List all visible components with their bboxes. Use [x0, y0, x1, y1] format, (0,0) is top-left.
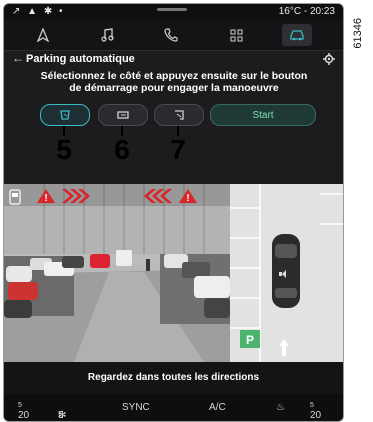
perpendicular-parking-button[interactable] [98, 104, 148, 126]
settings-gear-icon[interactable] [323, 52, 335, 70]
angled-parking-icon [175, 110, 184, 120]
ac-button[interactable]: A/C [209, 402, 226, 413]
parking-spot-marker-icon: P [240, 330, 260, 348]
main-nav [4, 20, 343, 51]
car-icon[interactable] [282, 24, 312, 46]
callout-6-number: 6 [114, 134, 130, 165]
fan-level-value: 5 [58, 410, 64, 421]
status-separator: - [303, 6, 308, 17]
callout-7: 7 [156, 126, 200, 170]
svg-text:!: ! [186, 193, 189, 204]
instruction-line-2: de démarrage pour engager la manoeuvre [69, 82, 279, 94]
pedestrian [146, 259, 150, 271]
figure-code: 61346 [352, 18, 364, 49]
instruction-text: Sélectionnez le côté et appuyez ensuite … [14, 70, 334, 94]
seat-heat-icon[interactable]: ♨ [276, 402, 285, 413]
phone-icon[interactable] [156, 24, 186, 46]
left-temperature[interactable]: 20 5 [18, 402, 29, 421]
perpendicular-parking-icon [117, 111, 129, 119]
page-title: Parking automatique [26, 53, 135, 65]
navigation-icon[interactable] [28, 24, 58, 46]
callout-5-number: 5 [56, 134, 72, 165]
top-down-view: P [230, 184, 343, 362]
callout-6: 6 [100, 126, 144, 170]
outside-temperature: 16°C [278, 6, 302, 17]
vehicle-top-icon [272, 234, 300, 308]
front-camera-view: ! ! [4, 184, 230, 362]
svg-text:!: ! [44, 193, 47, 204]
right-temperature-decimal: 5 [310, 402, 314, 409]
left-temperature-decimal: 5 [18, 402, 22, 409]
page-header: ← Parking automatique [4, 50, 343, 70]
angled-parking-button[interactable] [154, 104, 204, 126]
music-icon[interactable] [92, 24, 122, 46]
callout-7-number: 7 [170, 134, 186, 165]
svg-text:P: P [246, 333, 254, 347]
left-temperature-integer: 20 [18, 410, 30, 421]
right-temperature-integer: 20 [310, 410, 322, 421]
bottom-message: Regardez dans toutes les directions [4, 362, 343, 394]
climate-bar: 20 5 ✻ 5 SYNC A/C ♨ 20 5 [4, 394, 343, 421]
parallel-parking-icon [60, 110, 70, 120]
right-temperature[interactable]: 20 5 [310, 402, 321, 421]
instruction-line-1: Sélectionnez le côté et appuyez ensuite … [40, 70, 308, 82]
sync-button[interactable]: SYNC [122, 402, 150, 413]
start-button[interactable]: Start [210, 104, 316, 126]
parallel-parking-button[interactable] [40, 104, 90, 126]
status-info: 16°C - 20:23 [279, 6, 335, 17]
pull-down-handle[interactable] [157, 8, 187, 11]
apps-grid-icon[interactable] [221, 24, 251, 46]
status-bar: ↗ ▲ ✱ • 16°C - 20:23 [4, 4, 343, 20]
clock: 20:23 [309, 6, 335, 17]
callout-5: 5 [42, 126, 86, 170]
back-arrow-icon[interactable]: ← [12, 51, 24, 65]
status-icons: ↗ ▲ ✱ • [12, 6, 65, 17]
infotainment-screen: ↗ ▲ ✱ • 16°C - 20:23 ← Parking automatiq… [3, 3, 344, 422]
